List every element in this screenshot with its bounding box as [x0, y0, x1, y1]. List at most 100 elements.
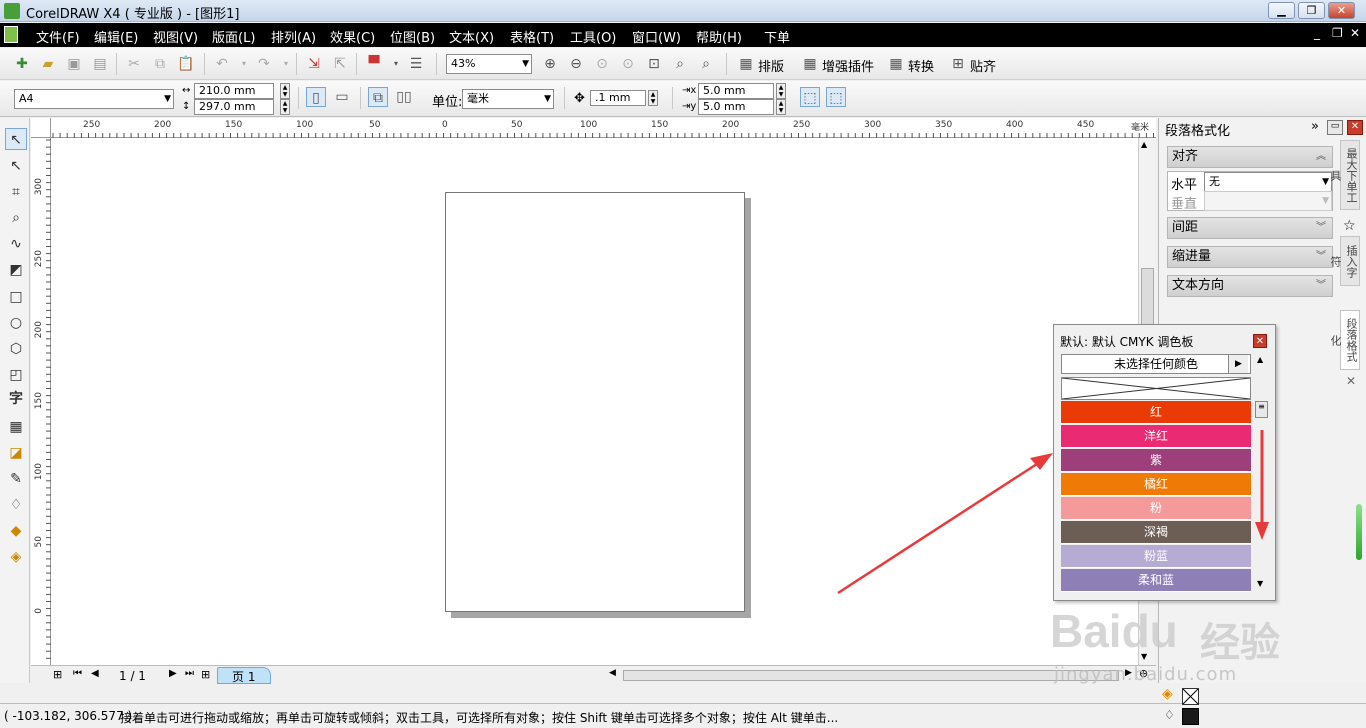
- zoom-out-icon[interactable]: ⊖: [566, 54, 586, 74]
- width-spinner[interactable]: ▲ ▼: [280, 83, 290, 99]
- palette-menu-arrow-icon[interactable]: ▶: [1228, 355, 1248, 373]
- welcome-screen-icon[interactable]: ☰: [406, 54, 426, 74]
- interactive-blend-tool-icon[interactable]: ◪: [5, 442, 27, 464]
- previous-page-icon[interactable]: ◀: [91, 668, 99, 679]
- minimize-button[interactable]: ▁: [1268, 2, 1295, 19]
- pick-tool-icon[interactable]: ↖: [5, 128, 27, 150]
- page-width-input[interactable]: 210.0 mm: [194, 83, 274, 99]
- launcher-dropdown-icon[interactable]: ▾: [386, 54, 406, 74]
- convert-icon[interactable]: ▦: [886, 54, 906, 74]
- docker-scroll-indicator[interactable]: [1356, 504, 1362, 560]
- ellipse-tool-icon[interactable]: ○: [5, 312, 27, 334]
- doc-restore-icon[interactable]: ❐: [1332, 26, 1343, 40]
- no-color-selected-field[interactable]: 未选择任何颜色: [1061, 354, 1251, 374]
- doc-minimize-icon[interactable]: _: [1314, 26, 1320, 40]
- fill-none-swatch[interactable]: [1182, 688, 1199, 705]
- color-swatch[interactable]: 粉: [1061, 497, 1251, 520]
- color-swatch[interactable]: 粉蓝: [1061, 545, 1251, 568]
- outline-color-swatch[interactable]: [1182, 708, 1199, 725]
- horizontal-align-combo[interactable]: 无 ▼: [1204, 172, 1332, 192]
- vertical-align-combo[interactable]: ▼: [1204, 191, 1332, 211]
- undo-dropdown-icon[interactable]: ▾: [234, 54, 254, 74]
- zoom-selected-icon[interactable]: ⊙: [592, 54, 612, 74]
- zoom-height-icon[interactable]: ⌕: [696, 54, 716, 74]
- plugin-icon[interactable]: ▦: [800, 54, 820, 74]
- import-icon[interactable]: ⇲: [304, 54, 324, 74]
- crop-tool-icon[interactable]: ⌗: [5, 181, 27, 203]
- zoom-in-icon[interactable]: ⊕: [540, 54, 560, 74]
- palette-scroll-down-icon[interactable]: ▼: [1257, 579, 1263, 588]
- redo-icon[interactable]: ↷: [254, 54, 274, 74]
- zoom-page-icon[interactable]: ⊡: [644, 54, 664, 74]
- smart-fill-tool-icon[interactable]: ◩: [5, 259, 27, 281]
- page-frame-icon[interactable]: ⬚: [826, 87, 846, 107]
- redo-dropdown-icon[interactable]: ▾: [276, 54, 296, 74]
- docker-close-icon[interactable]: ✕: [1347, 120, 1363, 135]
- menu-help[interactable]: 帮助(H): [696, 27, 742, 46]
- zoom-tool-icon[interactable]: ⌕: [5, 207, 27, 229]
- color-swatch[interactable]: 红: [1061, 401, 1251, 424]
- paste-icon[interactable]: 📋: [176, 54, 196, 74]
- export-icon[interactable]: ⇱: [330, 54, 350, 74]
- duplicate-x-input[interactable]: 5.0 mm: [698, 83, 774, 99]
- snap-icon[interactable]: ⊞: [948, 54, 968, 74]
- color-swatch[interactable]: 橘红: [1061, 473, 1251, 496]
- menu-effects[interactable]: 效果(C): [330, 27, 375, 46]
- side-tab-insert-character[interactable]: 插入字符: [1329, 236, 1360, 286]
- save-icon[interactable]: ▣: [64, 54, 84, 74]
- print-icon[interactable]: ▤: [90, 54, 110, 74]
- landscape-icon[interactable]: ▭: [332, 87, 352, 107]
- document-page[interactable]: [445, 192, 745, 612]
- doc-close-icon[interactable]: ✕: [1350, 26, 1360, 40]
- color-swatch[interactable]: 柔和蓝: [1061, 569, 1251, 592]
- color-swatch[interactable]: 深褐: [1061, 521, 1251, 544]
- scroll-left-icon[interactable]: ◀: [609, 668, 616, 678]
- zoom-all-objects-icon[interactable]: ⊙: [618, 54, 638, 74]
- palette-close-icon[interactable]: ✕: [1253, 334, 1267, 348]
- eyedropper-tool-icon[interactable]: ✎: [5, 468, 27, 490]
- menu-tools[interactable]: 工具(O): [570, 27, 616, 46]
- no-fill-swatch[interactable]: [1061, 377, 1251, 400]
- duplicate-y-input[interactable]: 5.0 mm: [698, 99, 774, 115]
- page-height-input[interactable]: 297.0 mm: [194, 99, 274, 115]
- close-button[interactable]: ✕: [1328, 2, 1355, 19]
- imposition-button[interactable]: 排版: [758, 56, 784, 75]
- shape-tool-icon[interactable]: ↖: [5, 155, 27, 177]
- imposition-icon[interactable]: ▦: [736, 54, 756, 74]
- indent-section-header[interactable]: 缩进量 ︾: [1167, 246, 1333, 268]
- document-icon[interactable]: [4, 26, 18, 43]
- docker-minimize-icon[interactable]: ▭: [1327, 120, 1343, 135]
- side-tab-order-tool[interactable]: 最大下单工具: [1329, 140, 1360, 210]
- navigator-icon[interactable]: ⊕: [1139, 667, 1148, 680]
- zoom-width-icon[interactable]: ⌕: [670, 54, 690, 74]
- horizontal-scroll-thumb[interactable]: [623, 670, 1119, 681]
- dup-x-spinner[interactable]: ▲ ▼: [776, 83, 786, 99]
- paper-size-combo[interactable]: A4 ▼: [14, 89, 174, 109]
- menu-table[interactable]: 表格(T): [510, 27, 554, 46]
- color-swatch[interactable]: 紫: [1061, 449, 1251, 472]
- copy-icon[interactable]: ⧉: [150, 54, 170, 74]
- rectangle-tool-icon[interactable]: □: [5, 286, 27, 308]
- height-spinner[interactable]: ▲ ▼: [280, 99, 290, 115]
- portrait-icon[interactable]: ▯: [306, 87, 326, 107]
- palette-scroll-thumb[interactable]: ≡: [1255, 401, 1268, 418]
- align-section-header[interactable]: 对齐 ︽: [1167, 146, 1333, 168]
- maximize-button[interactable]: ❐: [1298, 2, 1325, 19]
- menu-arrange[interactable]: 排列(A): [271, 27, 316, 46]
- text-direction-section-header[interactable]: 文本方向 ︾: [1167, 275, 1333, 297]
- interactive-fill-tool-icon[interactable]: ◈: [5, 546, 27, 568]
- horizontal-ruler[interactable]: 250 200 150 100 50 0 50 100 150 200 250 …: [51, 118, 1156, 138]
- basic-shapes-tool-icon[interactable]: ◰: [5, 364, 27, 386]
- side-tab-close-icon[interactable]: ✕: [1346, 374, 1356, 388]
- open-folder-icon[interactable]: ▰: [38, 54, 58, 74]
- next-page-icon[interactable]: ▶: [169, 668, 177, 679]
- color-swatch[interactable]: 洋红: [1061, 425, 1251, 448]
- outline-tool-icon[interactable]: ♢: [5, 494, 27, 516]
- palette-scroll-up-icon[interactable]: ▲: [1257, 355, 1263, 364]
- menu-layout[interactable]: 版面(L): [212, 27, 255, 46]
- application-launcher-icon[interactable]: ▀: [364, 54, 384, 74]
- scroll-up-icon[interactable]: ▲: [1141, 140, 1147, 149]
- menu-window[interactable]: 窗口(W): [632, 27, 681, 46]
- treat-as-filled-icon[interactable]: ⬚: [800, 87, 820, 107]
- menu-edit[interactable]: 编辑(E): [94, 27, 138, 46]
